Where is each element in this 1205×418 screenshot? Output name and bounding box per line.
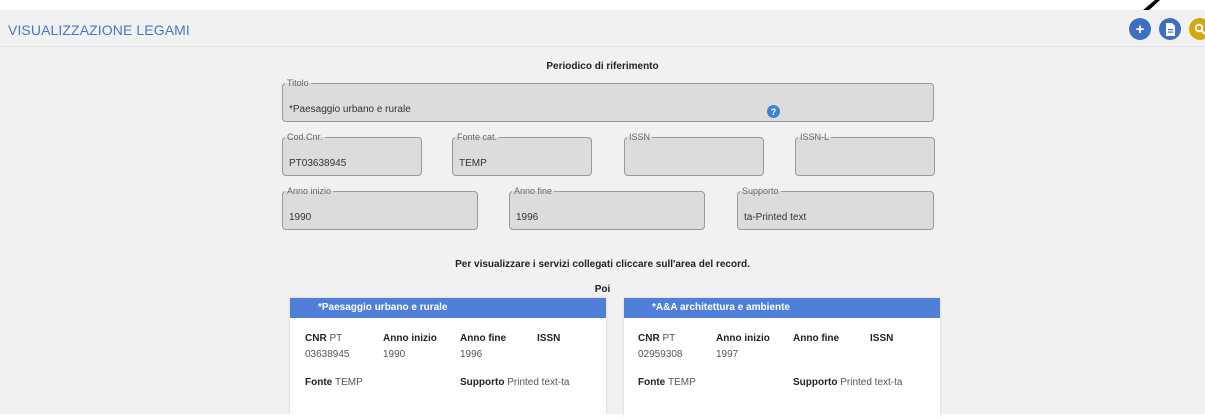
- reference-heading: Periodico di riferimento: [0, 61, 1205, 72]
- anno-inizio-value: 1997: [716, 349, 738, 360]
- page-header: VISUALIZZAZIONE LEGAMI +: [0, 10, 1205, 47]
- anno-inizio-label: Anno inizio: [383, 333, 437, 344]
- supporto-label: Supporto: [460, 377, 504, 388]
- issn-help-icon[interactable]: ?: [767, 105, 780, 118]
- linked-record-card[interactable]: *Paesaggio urbano e rurale CNR PT 036389…: [290, 298, 606, 418]
- cnr-label: CNR: [305, 333, 327, 344]
- linked-instruction: Per visualizzare i servizi collegati cli…: [0, 259, 1205, 270]
- supporto-value: ta-Printed text: [744, 212, 806, 223]
- fonte-value: TEMP: [335, 377, 363, 388]
- anno-inizio-value: 1990: [383, 349, 405, 360]
- cnr-prefix: PT: [329, 333, 342, 344]
- anno-inizio-value: 1990: [289, 212, 311, 223]
- fonte-cat-label: Fonte cat.: [455, 133, 499, 142]
- anno-inizio-label: Anno inizio: [716, 333, 770, 344]
- anno-inizio-field[interactable]: Anno inizio 1990: [282, 187, 478, 230]
- content-panel: Periodico di riferimento Titolo *Paesagg…: [0, 47, 1205, 414]
- card-title: *Paesaggio urbano e rurale: [290, 298, 606, 318]
- titolo-value: *Paesaggio urbano e rurale: [289, 104, 411, 115]
- anno-fine-value: 1996: [516, 212, 538, 223]
- search-button[interactable]: [1189, 18, 1205, 40]
- fonte-label: Fonte: [638, 377, 665, 388]
- add-button[interactable]: +: [1129, 18, 1151, 40]
- cod-cnr-field[interactable]: Cod.Cnr. PT03638945: [282, 133, 422, 176]
- anno-fine-label: Anno fine: [793, 333, 839, 344]
- document-icon: [1165, 23, 1176, 36]
- anno-fine-label: Anno fine: [460, 333, 506, 344]
- cod-cnr-label: Cod.Cnr.: [285, 133, 325, 142]
- linked-group-label: Poi: [0, 284, 1205, 295]
- issn-field[interactable]: ISSN: [624, 133, 764, 176]
- cnr-value: 02959308: [638, 349, 683, 360]
- issn-l-field[interactable]: ISSN-L: [795, 133, 935, 176]
- fonte-cat-value: TEMP: [459, 158, 487, 169]
- card-title: *A&A architettura e ambiente: [624, 298, 940, 318]
- plus-icon: +: [1136, 21, 1145, 38]
- search-icon: [1194, 23, 1205, 35]
- anno-fine-label: Anno fine: [512, 187, 554, 196]
- document-button[interactable]: [1159, 18, 1181, 40]
- supporto-label: Supporto: [793, 377, 837, 388]
- cod-cnr-value: PT03638945: [289, 158, 346, 169]
- fonte-cat-field[interactable]: Fonte cat. TEMP: [452, 133, 592, 176]
- page-title: VISUALIZZAZIONE LEGAMI: [8, 22, 190, 38]
- titolo-field[interactable]: Titolo *Paesaggio urbano e rurale: [282, 79, 934, 122]
- cnr-label: CNR: [638, 333, 660, 344]
- supporto-label: Supporto: [740, 187, 781, 196]
- supporto-value: Printed text-ta: [840, 377, 902, 388]
- cnr-value: 03638945: [305, 349, 350, 360]
- anno-inizio-label: Anno inizio: [285, 187, 333, 196]
- supporto-value: Printed text-ta: [507, 377, 569, 388]
- supporto-field[interactable]: Supporto ta-Printed text: [737, 187, 934, 230]
- anno-fine-value: 1996: [460, 349, 482, 360]
- cnr-prefix: PT: [662, 333, 675, 344]
- anno-fine-field[interactable]: Anno fine 1996: [509, 187, 705, 230]
- issn-l-label: ISSN-L: [798, 133, 831, 142]
- fonte-label: Fonte: [305, 377, 332, 388]
- linked-record-card[interactable]: *A&A architettura e ambiente CNR PT 0295…: [624, 298, 940, 418]
- issn-label: ISSN: [537, 333, 560, 344]
- fonte-value: TEMP: [668, 377, 696, 388]
- issn-label: ISSN: [870, 333, 893, 344]
- issn-label: ISSN: [627, 133, 652, 142]
- titolo-label: Titolo: [285, 79, 311, 88]
